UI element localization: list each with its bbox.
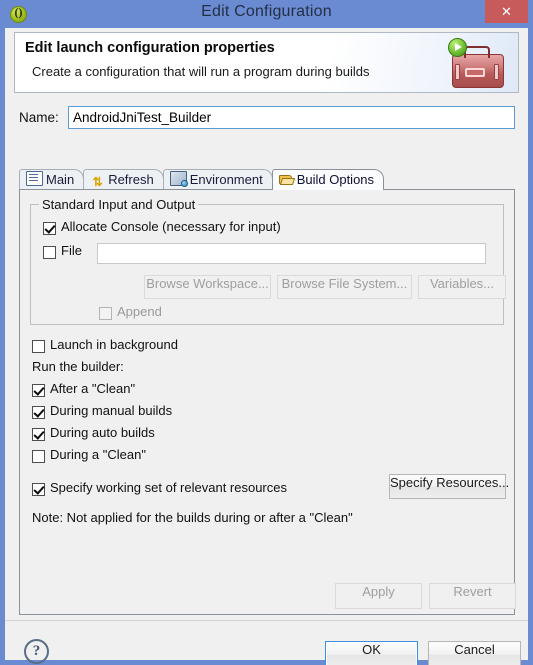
document-icon (26, 171, 43, 186)
footer-divider (5, 620, 528, 621)
tab-build-options[interactable]: Build Options (271, 169, 385, 190)
tab-main[interactable]: Main (19, 169, 85, 190)
environment-icon (169, 171, 188, 187)
apply-button[interactable]: Apply (335, 583, 422, 609)
specify-working-set-label: Specify working set of relevant resource… (50, 480, 287, 495)
banner-title: Edit launch configuration properties (25, 40, 275, 56)
allocate-console-label: Allocate Console (necessary for input) (61, 219, 281, 234)
toolbox-with-play-icon (448, 38, 506, 90)
variables-button[interactable]: Variables... (418, 275, 506, 299)
help-question-icon[interactable]: ? (24, 639, 49, 664)
cancel-button[interactable]: Cancel (428, 641, 521, 665)
allocate-console-checkbox[interactable] (43, 222, 56, 235)
browse-workspace-button[interactable]: Browse Workspace... (144, 275, 271, 299)
title-bar: Edit Configuration ✕ (0, 0, 533, 28)
banner-subtitle: Create a configuration that will run a p… (32, 64, 370, 79)
build-options-note: Note: Not applied for the builds during … (32, 510, 353, 525)
dialog-body: Edit launch configuration properties Cre… (5, 28, 528, 665)
play-icon (448, 38, 467, 57)
toolbox-handle-icon (464, 46, 490, 58)
during-a-clean-label: During a "Clean" (50, 447, 146, 462)
after-a-clean-label: After a "Clean" (50, 381, 136, 396)
tab-refresh-label: Refresh (108, 172, 154, 187)
browse-file-system-button[interactable]: Browse File System... (277, 275, 412, 299)
tab-build-options-label: Build Options (296, 172, 375, 187)
during-auto-builds-checkbox[interactable] (32, 428, 45, 441)
append-label: Append (117, 304, 162, 319)
toolbox-clip-right-icon (494, 64, 499, 80)
tab-environment-label: Environment (189, 172, 263, 187)
name-row: Name: (19, 106, 515, 130)
file-label: File (61, 243, 82, 258)
during-a-clean-checkbox[interactable] (32, 450, 45, 463)
toolbox-clip-left-icon (455, 64, 460, 80)
close-icon[interactable]: ✕ (485, 0, 528, 23)
launch-in-background-label: Launch in background (50, 337, 178, 352)
tab-refresh[interactable]: ⇅ Refresh (83, 169, 164, 190)
tab-environment[interactable]: Environment (162, 169, 273, 190)
revert-button[interactable]: Revert (429, 583, 516, 609)
during-manual-builds-label: During manual builds (50, 403, 173, 418)
refresh-icon: ⇅ (92, 175, 103, 189)
name-input[interactable] (68, 106, 515, 129)
folder-open-icon (278, 173, 294, 186)
specify-working-set-checkbox[interactable] (32, 483, 45, 496)
during-auto-builds-label: During auto builds (50, 425, 155, 440)
run-the-builder-label: Run the builder: (32, 359, 124, 374)
standard-io-group-title: Standard Input and Output (39, 197, 199, 212)
tab-main-label: Main (46, 172, 75, 187)
ok-button[interactable]: OK (325, 641, 418, 665)
file-input[interactable] (97, 243, 486, 264)
edit-configuration-dialog: Edit Configuration ✕ Edit launch configu… (0, 0, 533, 665)
file-checkbox[interactable] (43, 246, 56, 259)
name-label: Name: (19, 110, 59, 125)
banner: Edit launch configuration properties Cre… (14, 32, 519, 93)
window-title: Edit Configuration (201, 3, 332, 20)
tab-bar: Main ⇅ Refresh Environment Build Options (19, 169, 515, 190)
build-options-panel: Standard Input and Output Allocate Conso… (19, 189, 515, 615)
standard-io-group: Standard Input and Output Allocate Conso… (30, 197, 506, 325)
specify-resources-button[interactable]: Specify Resources... (389, 474, 509, 499)
during-manual-builds-checkbox[interactable] (32, 406, 45, 419)
after-a-clean-checkbox[interactable] (32, 384, 45, 397)
append-checkbox (99, 307, 112, 320)
launch-in-background-checkbox[interactable] (32, 340, 45, 353)
toolbox-latch-icon (465, 68, 485, 77)
